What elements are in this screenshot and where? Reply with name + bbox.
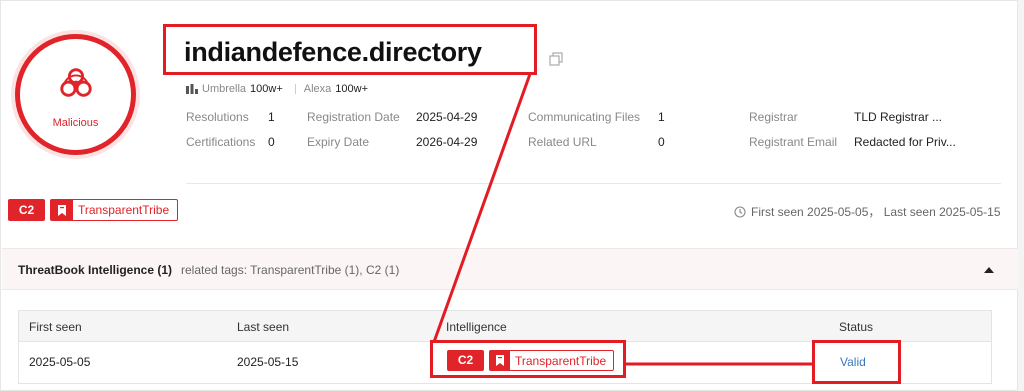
- seen-text: First seen 2025-05-05， Last seen 2025-05…: [751, 205, 1001, 219]
- header-status: Status: [839, 320, 874, 334]
- copy-icon[interactable]: [549, 52, 563, 66]
- resolutions-value[interactable]: 1: [268, 110, 275, 124]
- certifications-label: Certifications: [186, 135, 256, 149]
- bar-chart-icon: [186, 84, 198, 94]
- registrant-email-label: Registrant Email: [749, 135, 838, 149]
- intelligence-section-header[interactable]: ThreatBook Intelligence (1) related tags…: [2, 248, 1018, 290]
- biohazard-icon: [60, 68, 92, 97]
- registrant-email-value: Redacted for Priv...: [854, 135, 956, 149]
- registration-date-value: 2025-04-29: [416, 110, 478, 124]
- expiry-date-value: 2026-04-29: [416, 135, 478, 149]
- seen-dates: First seen 2025-05-05， Last seen 2025-05…: [734, 203, 1001, 220]
- related-url-label: Related URL: [528, 135, 597, 149]
- header-intelligence: Intelligence: [446, 320, 507, 334]
- tag-label: TransparentTribe: [78, 203, 170, 217]
- cell-first-seen: 2025-05-05: [29, 355, 91, 369]
- registrar-label: Registrar: [749, 110, 798, 124]
- umbrella-value: 100w+: [250, 83, 283, 95]
- related-url-value[interactable]: 0: [658, 135, 665, 149]
- umbrella-label: Umbrella: [202, 83, 247, 95]
- header-divider: [186, 183, 1001, 184]
- registration-date-label: Registration Date: [307, 110, 400, 124]
- certifications-value[interactable]: 0: [268, 135, 275, 149]
- tag-c2[interactable]: C2: [8, 199, 45, 221]
- rank-separator: [294, 84, 296, 94]
- badge-label: Malicious: [52, 117, 99, 129]
- cell-last-seen: 2025-05-15: [237, 355, 299, 369]
- annotation-box-intelligence: [430, 340, 626, 378]
- annotation-box-status: [812, 340, 901, 384]
- registrar-value: TLD Registrar ...: [854, 110, 943, 124]
- annotation-box-title: [163, 24, 537, 75]
- communicating-files-value[interactable]: 1: [658, 110, 665, 124]
- alexa-label: Alexa: [303, 83, 332, 95]
- clock-icon: [734, 205, 746, 218]
- table-header: First seen Last seen Intelligence Status: [19, 311, 991, 342]
- resolutions-label: Resolutions: [186, 110, 249, 124]
- expiry-date-label: Expiry Date: [307, 135, 370, 149]
- section-title: ThreatBook Intelligence (1): [18, 263, 173, 277]
- alexa-value: 100w+: [335, 83, 369, 95]
- collapse-caret-icon[interactable]: [984, 267, 994, 273]
- header-first-seen: First seen: [29, 320, 82, 334]
- badge-ring: Malicious: [15, 34, 136, 155]
- header-last-seen: Last seen: [237, 320, 290, 334]
- malicious-badge: Malicious: [11, 30, 140, 159]
- communicating-files-label: Communicating Files: [528, 110, 641, 124]
- rank-row: Umbrella 100w+ Alexa 100w+: [186, 83, 372, 95]
- tag-transparenttribe[interactable]: TransparentTribe: [50, 199, 178, 221]
- bookmark-icon: [51, 200, 73, 220]
- section-related-tags: related tags: TransparentTribe (1), C2 (…: [181, 263, 400, 277]
